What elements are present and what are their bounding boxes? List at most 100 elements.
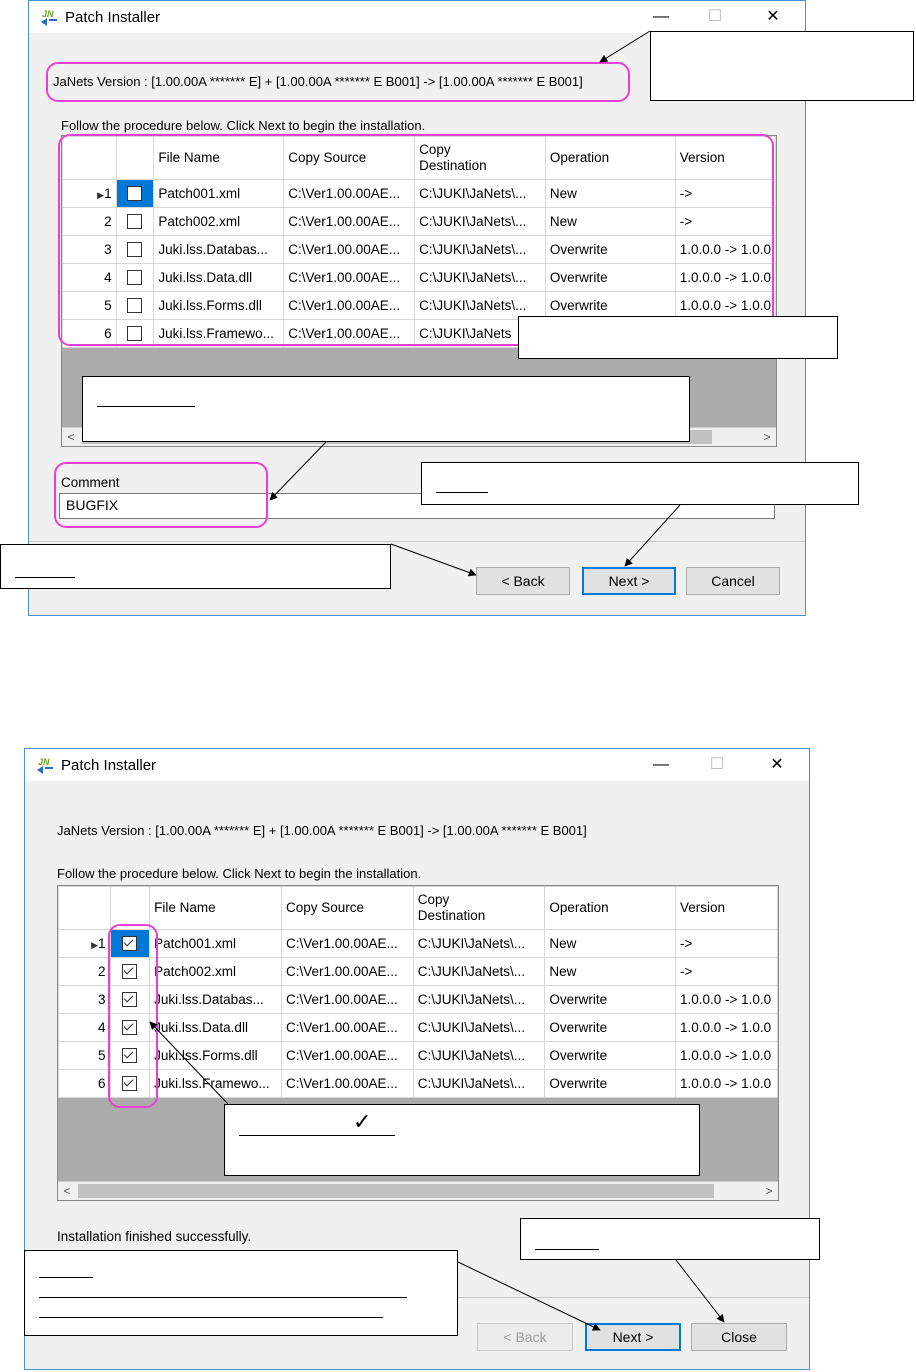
copy-destination-cell[interactable]: C:\JUKI\JaNets\... [412,929,546,958]
copy-destination-cell[interactable]: C:\JUKI\JaNets\... [412,985,546,1014]
column-header-version[interactable]: Version [674,886,778,930]
table-row[interactable]: 2 Patch002.xml C:\Ver1.00.00AE... C:\JUKI\J… [58,957,778,986]
next-button-label: Next > [608,573,650,589]
row-number: 5 [98,1048,106,1063]
column-header-copy-destination[interactable]: Copy Destination [412,886,546,930]
back-button[interactable]: < Back [477,1323,573,1351]
copy-destination-cell[interactable]: C:\JUKI\JaNets\... [412,1013,546,1042]
row-number: 6 [98,1076,106,1091]
scroll-left-icon[interactable]: < [58,1182,76,1200]
version-cell[interactable]: -> [674,929,778,958]
row-header[interactable]: ▶1 [58,929,111,958]
close-icon[interactable]: ✕ [751,5,795,29]
column-header-operation[interactable]: Operation [544,886,676,930]
comment-highlight [54,462,268,528]
scroll-thumb[interactable] [78,1184,714,1198]
current-row-icon: ▶ [91,940,98,950]
operation-cell[interactable]: Overwrite [544,1013,676,1042]
copy-source-cell[interactable]: C:\Ver1.00.00AE... [280,985,414,1014]
table-row[interactable]: ▶1 Patch001.xml C:\Ver1.00.00AE... C:\JUKI\… [58,929,778,958]
back-button[interactable]: < Back [476,567,570,595]
check-mark-icon: ✓ [353,1109,372,1134]
version-cell[interactable]: 1.0.0.0 -> 1.0.0 [674,985,778,1014]
close-icon[interactable]: ✕ [755,753,799,777]
close-button[interactable]: Close [691,1323,787,1351]
version-cell[interactable]: -> [674,957,778,986]
title-bar: JN Patch Installer — ☐ ✕ [25,749,809,781]
maximize-icon[interactable]: ☐ [695,753,739,777]
svg-text:JN: JN [38,757,50,767]
minimize-icon[interactable]: — [639,753,683,777]
table-row[interactable]: 3 Juki.lss.Databas... C:\Ver1.00.00AE... C:… [58,985,778,1014]
operation-cell[interactable]: Overwrite [544,1069,676,1098]
row-number: 4 [98,1020,106,1035]
title-bar: JN Patch Installer — ☐ ✕ [29,1,805,33]
row-header[interactable]: 2 [58,957,111,986]
file-name-cell[interactable]: Patch002.xml [149,957,282,986]
version-highlight [46,62,630,102]
close-button-label: Close [721,1329,757,1345]
copy-source-cell[interactable]: C:\Ver1.00.00AE... [280,1069,414,1098]
copy-destination-cell[interactable]: C:\JUKI\JaNets\... [412,1069,546,1098]
table-row[interactable]: 4 Juki.lss.Data.dll C:\Ver1.00.00AE... C:\J… [58,1013,778,1042]
operation-cell[interactable]: New [544,957,676,986]
operation-cell[interactable]: Overwrite [544,985,676,1014]
row-header[interactable]: 5 [58,1041,111,1070]
scroll-left-icon[interactable]: < [62,428,80,446]
column-header-copy-source[interactable]: Copy Source [280,886,414,930]
row-number: 2 [98,964,106,979]
scroll-right-icon[interactable]: > [760,1182,778,1200]
callout-underline [15,577,75,578]
horizontal-scrollbar[interactable]: < > [58,1181,778,1200]
cancel-button-label: Cancel [711,573,755,589]
callout-underline [39,1277,93,1278]
file-name-cell[interactable]: Juki.lss.Framewo... [149,1069,282,1098]
copy-destination-cell[interactable]: C:\JUKI\JaNets\... [412,957,546,986]
scroll-right-icon[interactable]: > [758,428,776,446]
callout-back [0,544,391,589]
callout-version [650,31,914,101]
next-button[interactable]: Next > [582,567,676,595]
app-icon: JN [41,9,57,26]
version-cell[interactable]: 1.0.0.0 -> 1.0.0 [674,1041,778,1070]
row-number: 3 [98,992,106,1007]
file-name-cell[interactable]: Juki.lss.Data.dll [149,1013,282,1042]
version-cell[interactable]: 1.0.0.0 -> 1.0.0 [674,1069,778,1098]
patch-file-table: File Name Copy Source Copy Destination O… [58,886,778,1098]
callout-next [421,462,859,505]
copy-source-cell[interactable]: C:\Ver1.00.00AE... [280,1041,414,1070]
maximize-icon[interactable]: ☐ [693,5,737,29]
version-cell[interactable]: 1.0.0.0 -> 1.0.0 [674,1013,778,1042]
copy-source-cell[interactable]: C:\Ver1.00.00AE... [280,1013,414,1042]
file-list-highlight [58,134,774,346]
column-header-file-name[interactable]: File Name [149,886,282,930]
callout-close [520,1218,820,1260]
callout-next-2 [24,1250,458,1336]
file-name-cell[interactable]: Juki.lss.Forms.dll [149,1041,282,1070]
file-name-cell[interactable]: Patch001.xml [149,929,282,958]
row-header[interactable]: 4 [58,1013,111,1042]
status-text: Installation finished successfully. [57,1229,252,1244]
callout-file-list [518,316,838,359]
minimize-icon[interactable]: — [639,5,683,29]
operation-cell[interactable]: Overwrite [544,1041,676,1070]
copy-destination-cell[interactable]: C:\JUKI\JaNets\... [412,1041,546,1070]
row-header-corner [58,886,111,930]
version-line: JaNets Version : [1.00.00A ******* E] + … [57,823,587,838]
table-row[interactable]: 5 Juki.lss.Forms.dll C:\Ver1.00.00AE... C:\… [58,1041,778,1070]
app-icon: JN [37,757,53,774]
row-header[interactable]: 3 [58,985,111,1014]
copy-source-cell[interactable]: C:\Ver1.00.00AE... [280,957,414,986]
table-header-row: File Name Copy Source Copy Destination O… [58,886,778,930]
callout-underline [97,406,195,407]
cancel-button[interactable]: Cancel [686,567,780,595]
callout-underline [39,1297,407,1298]
operation-cell[interactable]: New [544,929,676,958]
table-row[interactable]: 6 Juki.lss.Framewo... C:\Ver1.00.00AE... C:… [58,1069,778,1098]
file-name-cell[interactable]: Juki.lss.Databas... [149,985,282,1014]
next-button[interactable]: Next > [585,1323,681,1351]
callout-underline [535,1249,599,1250]
copy-source-cell[interactable]: C:\Ver1.00.00AE... [280,929,414,958]
row-header[interactable]: 6 [58,1069,111,1098]
next-button-label: Next > [612,1329,654,1345]
